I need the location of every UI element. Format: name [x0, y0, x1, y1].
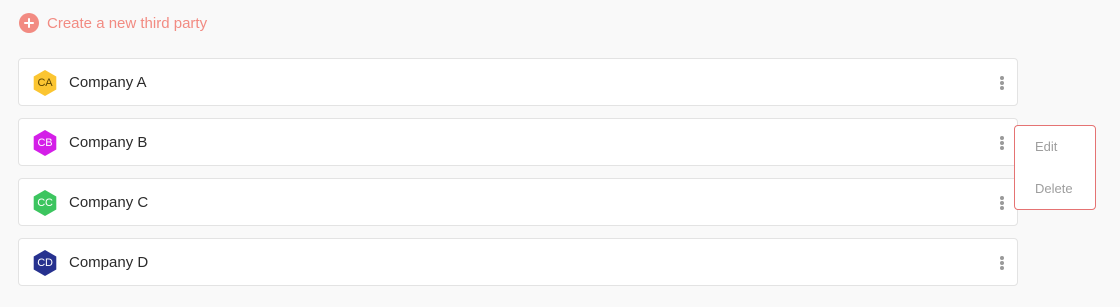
avatar-initials: CA	[37, 77, 53, 89]
third-party-name: Company D	[69, 254, 149, 271]
list-item[interactable]: CB Company B	[18, 118, 1018, 166]
avatar: CD	[31, 249, 59, 277]
avatar: CB	[31, 129, 59, 157]
create-third-party-label: Create a new third party	[47, 14, 208, 32]
third-party-name: Company C	[69, 194, 149, 211]
avatar: CC	[31, 189, 59, 217]
list-item[interactable]: CA Company A	[18, 58, 1018, 106]
third-party-name: Company A	[69, 74, 147, 91]
third-party-name: Company B	[69, 134, 148, 151]
list-item[interactable]: CC Company C	[18, 178, 1018, 226]
more-options-icon[interactable]	[997, 134, 1007, 152]
list-item[interactable]: CD Company D	[18, 238, 1018, 286]
delete-menu-item[interactable]: Delete	[1035, 181, 1073, 196]
row-actions-menu: Edit Delete	[1014, 125, 1096, 210]
third-party-list: CA Company A CB Company B CC Company C C…	[18, 58, 1018, 298]
more-options-icon[interactable]	[997, 194, 1007, 212]
more-options-icon[interactable]	[997, 254, 1007, 272]
create-third-party-button[interactable]: Create a new third party	[19, 12, 207, 34]
more-options-icon[interactable]	[997, 74, 1007, 92]
avatar-initials: CC	[37, 197, 53, 209]
edit-menu-item[interactable]: Edit	[1035, 139, 1057, 154]
avatar-initials: CB	[37, 137, 53, 149]
avatar: CA	[31, 69, 59, 97]
avatar-initials: CD	[37, 257, 53, 269]
plus-circle-icon	[19, 13, 39, 33]
